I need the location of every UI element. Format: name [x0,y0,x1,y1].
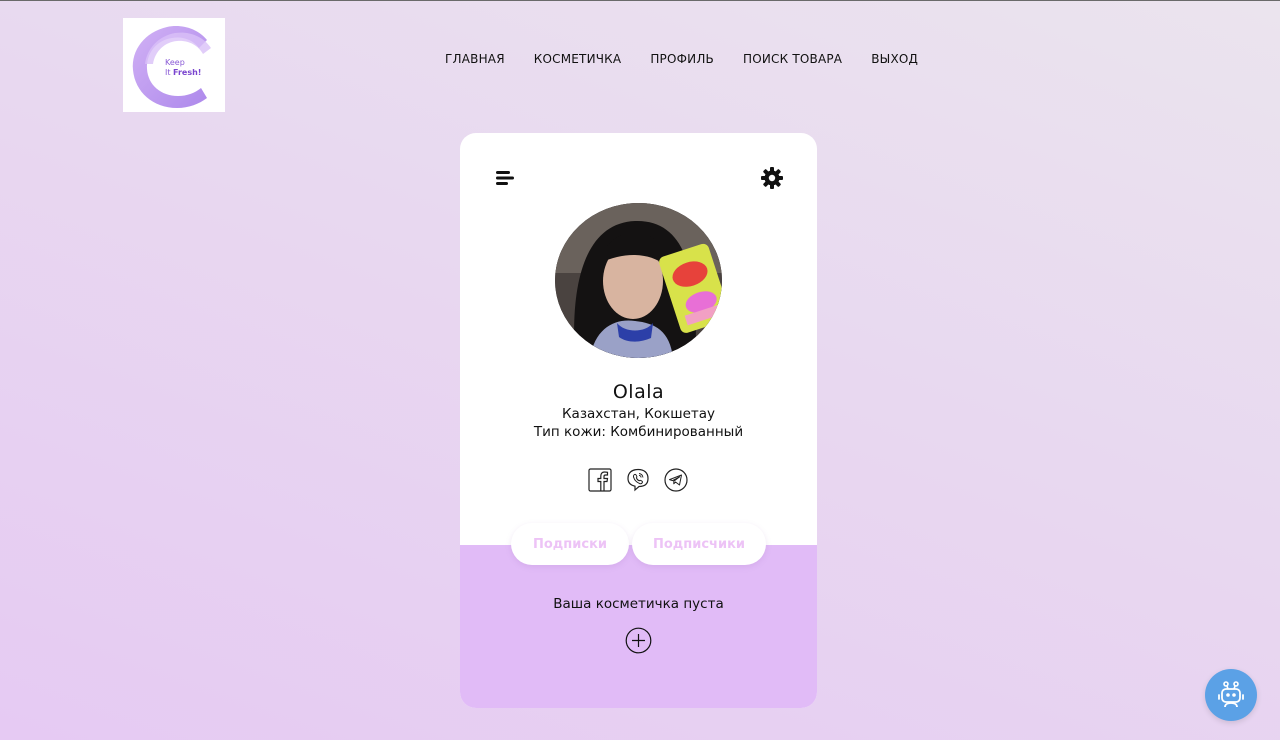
chatbot-button[interactable] [1205,669,1257,721]
logo-text-keep: Keep [165,58,185,67]
add-item-icon[interactable] [625,627,652,654]
profile-card: Olala Казахстан, Кокшетау Тип кожи: Комб… [460,133,817,708]
menu-icon[interactable] [495,168,515,188]
logo-swirl-icon: Keep It Fresh! [132,26,211,108]
social-links [588,468,688,492]
facebook-icon[interactable] [588,468,612,492]
profile-name: Olala [612,381,665,403]
profile-skin-type: Тип кожи: Комбинированный [533,424,744,440]
telegram-icon[interactable] [664,468,688,492]
nav-item-home[interactable]: ГЛАВНАЯ [445,52,505,66]
logo[interactable]: Keep It Fresh! [123,18,225,112]
avatar[interactable] [555,203,722,358]
nav-item-product-search[interactable]: ПОИСК ТОВАРА [743,52,842,66]
empty-bag-message: Ваша косметичка пуста [553,596,724,612]
main-nav: ГЛАВНАЯ КОСМЕТИЧКА ПРОФИЛЬ ПОИСК ТОВАРА … [445,52,918,66]
nav-item-logout[interactable]: ВЫХОД [871,52,918,66]
subscribers-tab[interactable]: Подписчики [632,523,766,565]
profile-location: Казахстан, Кокшетау [561,406,716,422]
gear-icon[interactable] [760,166,784,190]
logo-text-it: It [165,68,171,77]
nav-item-cosmetic-bag[interactable]: КОСМЕТИЧКА [534,52,622,66]
robot-icon [1218,681,1244,708]
subscriptions-tab[interactable]: Подписки [511,523,629,565]
viber-icon[interactable] [626,468,650,492]
nav-item-profile[interactable]: ПРОФИЛЬ [650,52,714,66]
avatar-photo [555,203,722,358]
logo-text-fresh: Fresh! [173,68,201,77]
